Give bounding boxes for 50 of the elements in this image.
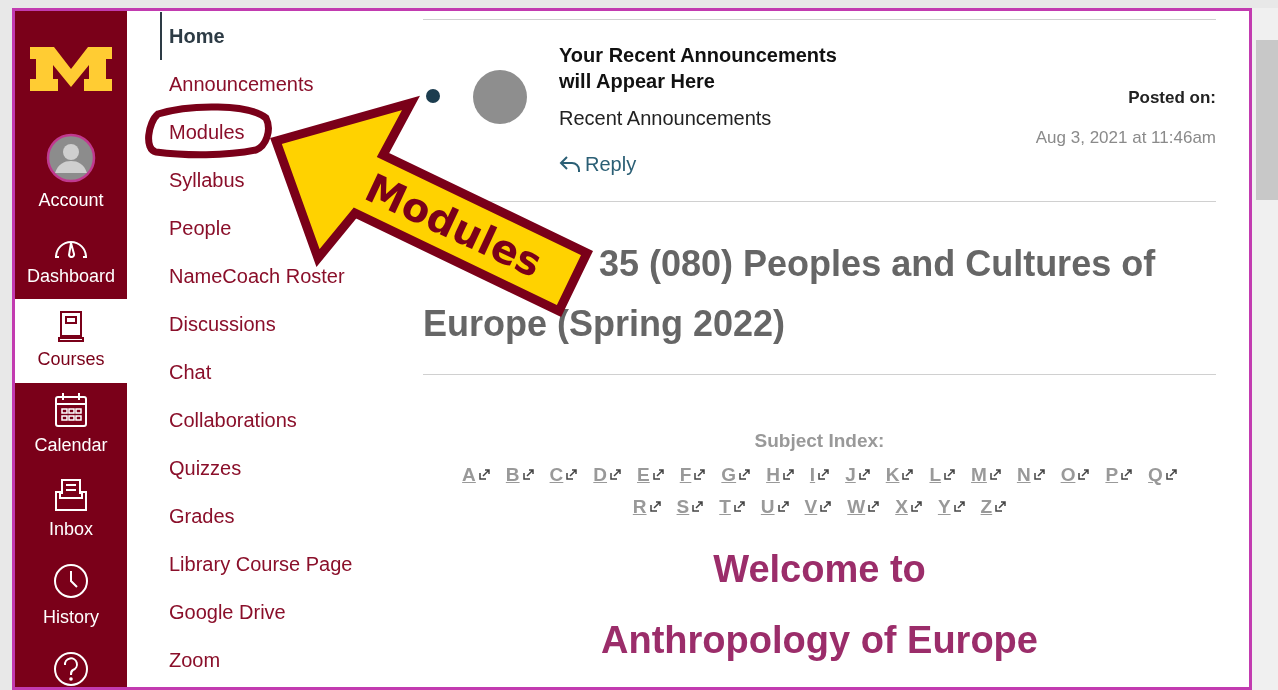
index-link[interactable]: G [721, 458, 751, 491]
index-link[interactable]: E [637, 458, 664, 491]
index-link[interactable]: W [847, 490, 880, 523]
index-link[interactable]: U [760, 490, 789, 523]
index-link[interactable]: V [804, 490, 832, 523]
course-nav-link[interactable]: Home [160, 12, 225, 60]
index-link[interactable]: Q [1148, 458, 1177, 491]
index-link[interactable]: Y [937, 490, 965, 523]
index-link[interactable]: T [719, 490, 745, 523]
index-link[interactable]: X [895, 490, 922, 523]
course-nav-link[interactable]: Grades [160, 492, 235, 540]
welcome-heading: Welcome to [713, 546, 926, 592]
index-link[interactable]: R [632, 490, 661, 523]
index-link[interactable]: N [1016, 458, 1045, 491]
index-link[interactable]: M [971, 458, 1001, 491]
course-nav-link[interactable]: Announcements [160, 60, 314, 108]
posted-date: Aug 3, 2021 at 11:46am [1035, 126, 1216, 149]
index-link[interactable]: C [549, 458, 578, 491]
index-link[interactable]: A [462, 458, 490, 491]
course-nav-link[interactable]: Quizzes [160, 444, 242, 492]
course-nav-link[interactable]: Modules [160, 108, 245, 156]
course-nav-link[interactable]: Discussions [160, 300, 276, 348]
course-nav-link[interactable]: NameCoach Roster [160, 252, 345, 300]
index-link[interactable]: S [676, 490, 704, 523]
index-link[interactable]: K [885, 458, 914, 491]
index-link[interactable]: B [505, 458, 534, 491]
index-link[interactable]: F [679, 458, 706, 491]
subject-index-label: Subject Index: [754, 429, 885, 453]
index-link[interactable]: D [593, 458, 622, 491]
nav-item[interactable]: Courses [15, 299, 127, 383]
index-link[interactable]: J [845, 458, 870, 491]
announcement-title: Your Recent Announcements will Appear Here [559, 43, 838, 94]
index-link[interactable]: L [929, 458, 956, 491]
reply-link[interactable]: Reply [559, 149, 859, 179]
announcement-subtitle: Recent Announcements [559, 106, 773, 131]
course-nav-link[interactable]: People [160, 204, 232, 252]
index-link[interactable]: H [766, 458, 794, 491]
course-nav-link[interactable]: Google Drive [160, 588, 286, 636]
index-link[interactable]: P [1105, 458, 1133, 491]
index-link[interactable]: O [1060, 458, 1090, 491]
course-nav-link[interactable]: Collaborations [160, 396, 297, 444]
index-link[interactable]: Z [980, 490, 1007, 523]
index-link[interactable]: I [809, 458, 830, 491]
course-heading: Europe (Spring 2022) [423, 302, 787, 346]
course-nav-link[interactable]: Chat [160, 348, 212, 396]
course-nav-link[interactable]: Zoom [160, 636, 221, 684]
course-nav-link[interactable]: Library Course Page [160, 540, 353, 588]
posted-label: Posted on: [1128, 87, 1216, 109]
course-nav-link[interactable]: Syllabus [160, 156, 245, 204]
welcome-heading: Anthropology of Europe [601, 617, 1038, 663]
